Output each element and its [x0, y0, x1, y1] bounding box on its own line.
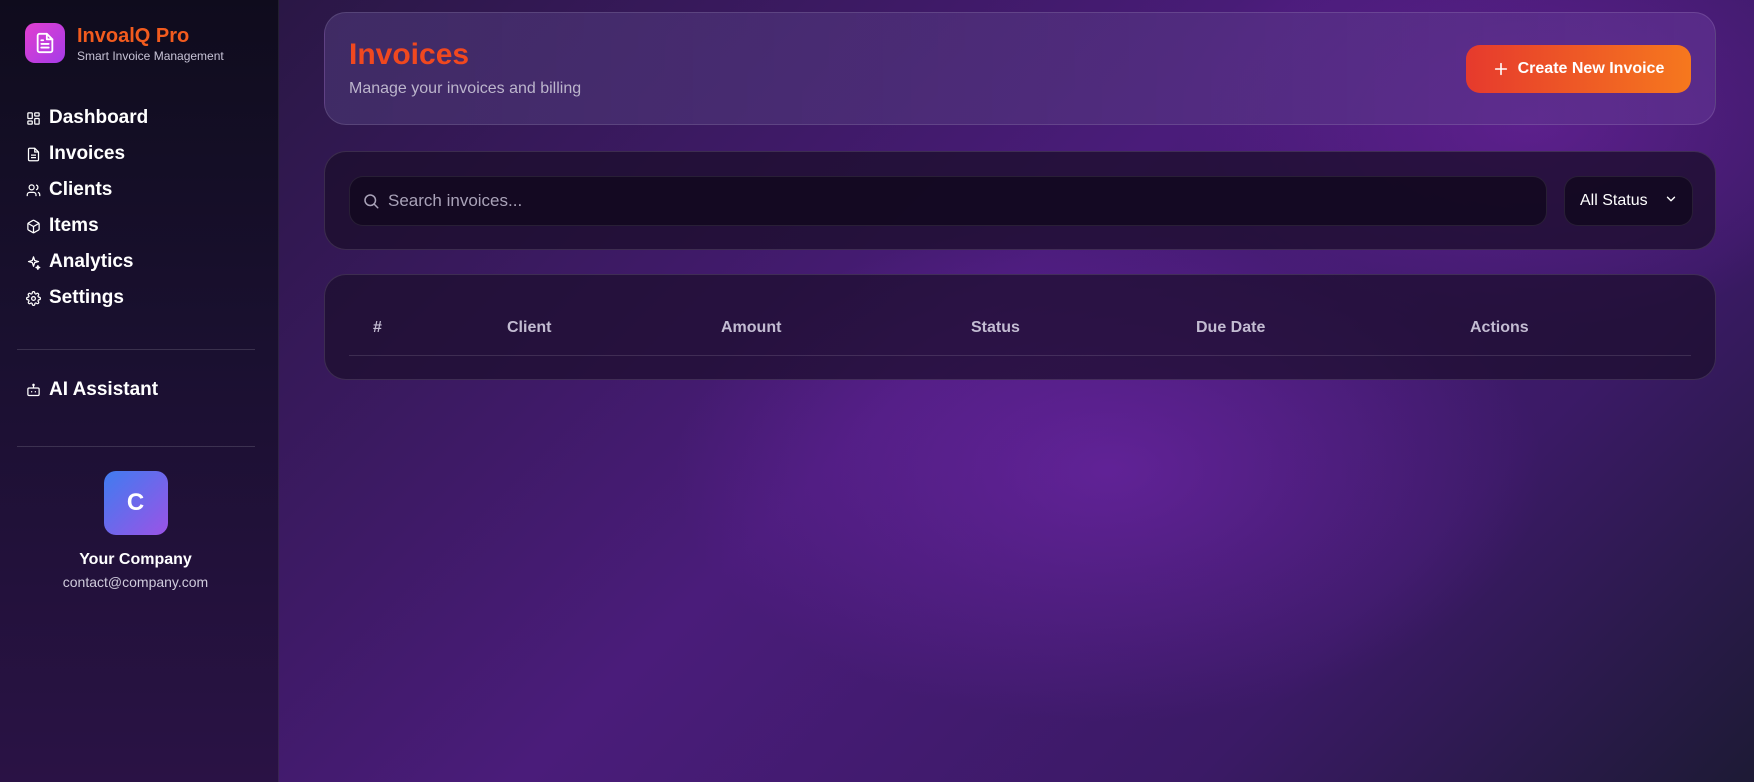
column-header-status[interactable]: Status	[971, 319, 1020, 337]
sidebar-item-invoices[interactable]: Invoices	[25, 136, 255, 172]
gear-icon	[25, 290, 41, 306]
create-invoice-button[interactable]: Create New Invoice	[1466, 45, 1691, 93]
filter-bar: All Status	[324, 151, 1716, 250]
column-header-actions[interactable]: Actions	[1470, 319, 1529, 337]
avatar: C	[103, 471, 168, 535]
sidebar-item-label: Clients	[49, 179, 113, 200]
company-email: contact@company.com	[62, 574, 209, 590]
search-icon	[362, 192, 380, 210]
sidebar-item-items[interactable]: Items	[25, 208, 255, 244]
sidebar-item-label: Invoices	[49, 143, 126, 164]
table-header: # Client Amount Status Due Date Actions	[349, 275, 1691, 356]
brand-tagline: Smart Invoice Management	[77, 48, 224, 63]
page-title: Invoices	[349, 38, 470, 71]
sidebar-item-label: Items	[49, 215, 99, 236]
main-content: Invoices Manage your invoices and billin…	[279, 0, 1754, 782]
sidebar-nav: Dashboard Invoices Clients Items Analyti…	[25, 100, 255, 316]
status-filter-value: All Status	[1580, 192, 1648, 209]
company-profile[interactable]: C Your Company contact@company.com	[0, 471, 271, 590]
chevron-down-icon	[1664, 192, 1678, 211]
sidebar-item-label: AI Assistant	[49, 379, 159, 400]
search-input[interactable]	[388, 177, 1546, 225]
company-name: Your Company	[79, 551, 192, 568]
file-text-icon	[25, 146, 41, 162]
column-header-due-date[interactable]: Due Date	[1196, 319, 1265, 337]
plus-icon	[1493, 61, 1509, 77]
app-root: InvoalQ Pro Smart Invoice Management Das…	[0, 0, 1754, 782]
brand-name: InvoalQ Pro	[77, 24, 190, 47]
invoice-logo-icon	[25, 23, 65, 63]
status-filter-select[interactable]: All Status	[1564, 176, 1693, 226]
sidebar-item-label: Settings	[49, 287, 124, 308]
page-subtitle: Manage your invoices and billing	[349, 80, 582, 97]
sidebar-divider	[17, 349, 255, 350]
assistant-nav: AI Assistant	[25, 372, 255, 408]
sidebar-item-label: Dashboard	[49, 107, 149, 128]
column-header-amount[interactable]: Amount	[721, 319, 781, 337]
search-box[interactable]	[349, 176, 1547, 226]
invoices-table: # Client Amount Status Due Date Actions	[324, 274, 1716, 380]
sidebar-divider	[17, 446, 255, 447]
sidebar-item-dashboard[interactable]: Dashboard	[25, 100, 255, 136]
sidebar-item-settings[interactable]: Settings	[25, 280, 255, 316]
brand[interactable]: InvoalQ Pro Smart Invoice Management	[25, 23, 224, 63]
dashboard-grid-icon	[25, 110, 41, 126]
sidebar-item-analytics[interactable]: Analytics	[25, 244, 255, 280]
sidebar-item-clients[interactable]: Clients	[25, 172, 255, 208]
column-header-client[interactable]: Client	[507, 319, 551, 337]
create-invoice-label: Create New Invoice	[1517, 60, 1665, 77]
page-header: Invoices Manage your invoices and billin…	[324, 12, 1716, 125]
column-header-number[interactable]: #	[373, 319, 382, 337]
sidebar-item-label: Analytics	[49, 251, 134, 272]
sparkles-icon	[25, 254, 41, 270]
package-icon	[25, 218, 41, 234]
sidebar-item-ai-assistant[interactable]: AI Assistant	[25, 372, 255, 408]
sidebar: InvoalQ Pro Smart Invoice Management Das…	[0, 0, 279, 782]
users-icon	[25, 182, 41, 198]
bot-icon	[25, 382, 41, 398]
